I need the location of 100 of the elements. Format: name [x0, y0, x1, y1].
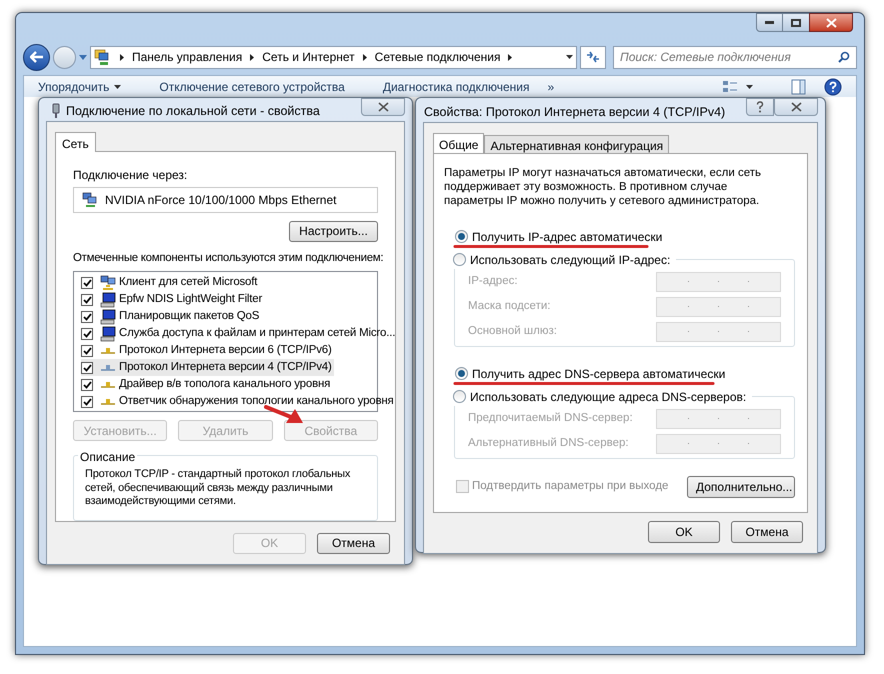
ip-address-field[interactable]: [656, 272, 781, 292]
question-mark-icon: [756, 101, 764, 113]
refresh-button[interactable]: [580, 46, 606, 68]
field-label: Маска подсети:: [468, 299, 550, 314]
breadcrumb-arrow-icon: [508, 54, 512, 60]
arrow-annotation: [264, 405, 304, 424]
minimize-button[interactable]: [756, 13, 783, 32]
list-item[interactable]: Служба доступа к файлам и принтерам сетей Micro...: [81, 325, 398, 342]
field-label: Основной шлюз:: [468, 324, 557, 340]
list-item[interactable]: Epfw NDIS LightWeight Filter: [81, 291, 264, 308]
component-label: Протокол Интернета версии 6 (TCP/IPv6): [119, 342, 332, 358]
preview-pane-icon: [791, 78, 806, 94]
history-caret-icon: [79, 54, 87, 60]
radio-button[interactable]: [453, 390, 466, 404]
component-label: Планировщик пакетов QoS: [119, 308, 260, 324]
breadcrumb[interactable]: Сеть и Интернет: [262, 48, 355, 66]
breadcrumb[interactable]: Сетевые подключения: [374, 48, 500, 66]
close-icon: [378, 102, 388, 112]
tab[interactable]: Альтернативная конфигурация: [484, 134, 670, 153]
radio-button[interactable]: [455, 230, 468, 244]
search-field[interactable]: Поиск: Сетевые подключения: [613, 46, 857, 68]
search-input[interactable]: Поиск: Сетевые подключения: [620, 48, 838, 66]
breadcrumb-arrow-icon: [362, 54, 367, 60]
toolbar-button[interactable]: Упорядочить: [38, 78, 122, 96]
caret-icon: [746, 84, 753, 88]
radio-button[interactable]: [455, 367, 468, 380]
window-title: Подключение по локальной сети - свойства: [66, 103, 320, 120]
checkbox[interactable]: [81, 396, 93, 408]
checkbox[interactable]: [81, 294, 93, 306]
dialog-button[interactable]: OK: [648, 520, 720, 543]
component-label: Драйвер в/в тополога канального уровня: [119, 376, 330, 392]
address-dropdown-icon: [566, 55, 573, 59]
list-item[interactable]: Протокол Интернета версии 4 (TCP/IPv4): [81, 359, 334, 376]
radio-label: Получить адрес DNS-сервера автоматически: [472, 366, 726, 383]
breadcrumb-arrow-icon: [250, 54, 254, 60]
network-cable-icon: [50, 103, 62, 119]
network-adapter-icon: [82, 192, 98, 208]
close-button[interactable]: [774, 98, 818, 116]
checkbox[interactable]: [81, 310, 93, 323]
configure-button[interactable]: Настроить...: [289, 220, 378, 242]
ip-address-field[interactable]: [656, 434, 781, 454]
address-bar[interactable]: Панель управления Сеть и Интернет Сетевые подключения: [90, 46, 577, 68]
computer-icon: [100, 292, 116, 308]
list-item[interactable]: Клиент для сетей Microsoft: [81, 274, 260, 292]
checkbox[interactable]: [81, 276, 93, 289]
checkbox[interactable]: [81, 378, 93, 391]
breadcrumb-arrow-icon: [120, 54, 124, 60]
checkbox[interactable]: [81, 362, 93, 374]
tab[interactable]: Сеть: [55, 132, 96, 152]
breadcrumb[interactable]: Панель управления: [132, 48, 242, 66]
checkbox[interactable]: [81, 328, 93, 340]
intro-text: Параметры IP могут назначаться автоматически, если сеть поддерживает эту возможность. В противном случае параметры IP можно получить у сетевого администратора.: [444, 166, 762, 208]
adapter-name: NVIDIA nForce 10/100/1000 Mbps Ethernet: [105, 192, 336, 209]
list-item[interactable]: Ответчик обнаружения топологии канального уровня: [81, 393, 396, 410]
component-label: Ответчик обнаружения топологии канального уровня: [119, 394, 394, 409]
advanced-button[interactable]: Дополнительно...: [687, 476, 795, 498]
computer-icon: [100, 326, 116, 342]
field-label: Альтернативный DNS-сервер:: [468, 436, 629, 452]
help-button[interactable]: [746, 98, 774, 116]
help-icon[interactable]: [824, 78, 842, 96]
field-label: Отмеченные компоненты используются этим подключением:: [73, 250, 384, 266]
dialog-button[interactable]: Отмена: [731, 520, 803, 543]
component-label: Epfw NDIS LightWeight Filter: [119, 292, 262, 307]
component-label: Служба доступа к файлам и принтерам сетей Micro...: [119, 326, 396, 341]
radio-button[interactable]: [453, 253, 466, 266]
tab[interactable]: Общие: [433, 132, 484, 153]
network-client-icon: [100, 274, 116, 291]
checkbox-label: Подтвердить параметры при выходе: [472, 479, 668, 494]
dialog-button[interactable]: Отмена: [317, 532, 390, 554]
component-label: Клиент для сетей Microsoft: [119, 274, 258, 290]
radio-label: Получить IP-адрес автоматически: [472, 228, 662, 246]
toolbar-button[interactable]: Диагностика подключения: [382, 78, 530, 96]
field-label: IP-адрес:: [468, 274, 518, 290]
close-icon: [826, 18, 836, 28]
description-text: Протокол TCP/IP - стандартный протокол глобальных сетей, обеспечивающий связь между различными взаимодействующими сетями.: [85, 468, 352, 509]
field-label: Предпочитаемый DNS-сервер:: [468, 411, 633, 426]
list-item[interactable]: Драйвер в/в тополога канального уровня: [81, 376, 332, 394]
back-button[interactable]: [23, 44, 50, 70]
ip-address-field[interactable]: [656, 322, 781, 342]
view-options-icon: [722, 80, 738, 94]
radio-label: Использовать следующие адреса DNS-серверов:: [470, 388, 746, 406]
ip-address-field[interactable]: [656, 408, 781, 429]
checkbox[interactable]: [81, 344, 93, 357]
toolbar-overflow-button[interactable]: »: [548, 78, 554, 96]
close-icon: [790, 102, 802, 112]
list-item[interactable]: Протокол Интернета версии 6 (TCP/IPv6): [81, 342, 334, 360]
refresh-icon: [586, 51, 600, 63]
ip-address-field[interactable]: [656, 296, 781, 317]
list-item[interactable]: Планировщик пакетов QoS: [81, 308, 262, 326]
back-arrow-icon: [30, 51, 44, 63]
search-icon: [838, 51, 850, 63]
component-label: Протокол Интернета версии 4 (TCP/IPv4): [119, 360, 332, 375]
maximize-button[interactable]: [783, 13, 809, 32]
close-button[interactable]: [809, 13, 853, 32]
field-label: Подключение через:: [73, 166, 188, 184]
window-title: Свойства: Протокол Интернета версии 4 (TCP/IPv4): [424, 104, 726, 121]
toolbar-button[interactable]: Отключение сетевого устройства: [159, 78, 345, 96]
computer-icon: [100, 308, 116, 325]
caret-icon: [114, 84, 122, 88]
close-button[interactable]: [361, 98, 405, 116]
